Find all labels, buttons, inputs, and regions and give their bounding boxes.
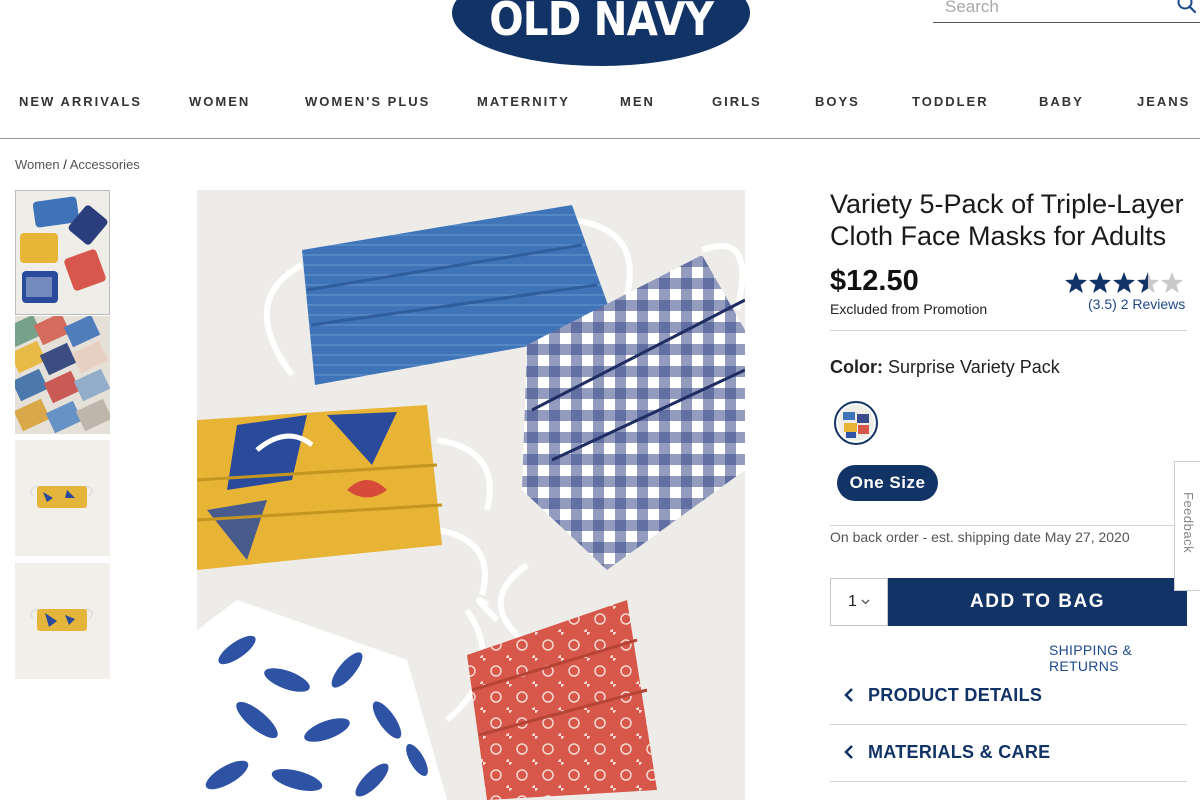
nav-divider: [0, 138, 1200, 139]
nav-item-jeans[interactable]: JEANS: [1137, 94, 1190, 109]
rating-value: (3.5): [1088, 296, 1117, 312]
magnifier-icon[interactable]: [1176, 0, 1198, 21]
quantity-select[interactable]: 1: [830, 578, 888, 626]
accordion-product-details[interactable]: PRODUCT DETAILS: [830, 667, 1187, 723]
nav-item-maternity[interactable]: MATERNITY: [477, 94, 570, 109]
thumbnail-3[interactable]: [15, 440, 110, 556]
accordion-label: PRODUCT DETAILS: [868, 684, 1043, 705]
divider: [830, 781, 1187, 782]
half-star-icon: [1137, 272, 1159, 293]
rating-stars[interactable]: [1064, 270, 1184, 296]
feedback-label: Feedback: [1181, 492, 1196, 554]
nav-item-men[interactable]: MEN: [620, 94, 655, 109]
color-label: Color:: [830, 357, 883, 377]
color-swatch-variety-pack[interactable]: [834, 401, 878, 445]
breadcrumb-separator: /: [63, 157, 67, 172]
quantity-value: 1: [848, 593, 857, 610]
reviews-link[interactable]: (3.5) 2 Reviews: [1088, 296, 1185, 312]
nav-item-toddler[interactable]: TODDLER: [912, 94, 989, 109]
availability-text: On back order - est. shipping date May 2…: [830, 529, 1130, 545]
breadcrumb-accessories[interactable]: Accessories: [70, 157, 140, 172]
empty-star-icon: [1161, 272, 1183, 293]
size-one-size-button[interactable]: One Size: [837, 465, 938, 501]
color-info: Color: Surprise Variety Pack: [830, 357, 1060, 378]
accordion-label: MATERIALS & CARE: [868, 741, 1051, 762]
chevron-left-icon: [830, 744, 868, 760]
color-value: Surprise Variety Pack: [888, 357, 1060, 377]
product-main-image[interactable]: [197, 190, 745, 800]
divider: [830, 330, 1187, 331]
product-title: Variety 5-Pack of Triple-Layer Cloth Fac…: [830, 189, 1184, 251]
nav-item-boys[interactable]: BOYS: [815, 94, 860, 109]
nav-item-girls[interactable]: GIRLS: [712, 94, 762, 109]
promo-note: Excluded from Promotion: [830, 301, 988, 317]
thumbnail-4[interactable]: [15, 563, 110, 679]
old-navy-logo[interactable]: OLD NAVY: [452, 0, 750, 66]
chevron-down-icon: [861, 597, 870, 608]
nav-item-womens-plus[interactable]: WOMEN'S PLUS: [305, 94, 430, 109]
reviews-count[interactable]: 2 Reviews: [1121, 296, 1186, 312]
thumbnail-2[interactable]: [15, 316, 110, 434]
logo-text: OLD NAVY: [489, 0, 714, 46]
star-icon: [1089, 272, 1111, 293]
add-to-bag-button[interactable]: ADD TO BAG: [888, 578, 1187, 626]
breadcrumb-women[interactable]: Women: [15, 157, 60, 172]
star-icon: [1065, 272, 1087, 293]
thumbnail-1[interactable]: [15, 190, 110, 315]
chevron-left-icon: [830, 687, 868, 703]
feedback-tab[interactable]: Feedback: [1174, 461, 1200, 591]
main-nav: NEW ARRIVALS WOMEN WOMEN'S PLUS MATERNIT…: [0, 86, 1200, 118]
search-input[interactable]: [933, 0, 1163, 20]
accordion-materials-care[interactable]: MATERIALS & CARE: [830, 724, 1187, 780]
divider: [830, 525, 1187, 526]
nav-item-women[interactable]: WOMEN: [189, 94, 250, 109]
breadcrumb: Women / Accessories: [15, 157, 140, 172]
product-price: $12.50: [830, 265, 919, 297]
star-icon: [1113, 272, 1135, 293]
nav-item-new-arrivals[interactable]: NEW ARRIVALS: [19, 94, 142, 109]
search-bar[interactable]: [933, 0, 1200, 23]
nav-item-baby[interactable]: BABY: [1039, 94, 1084, 109]
